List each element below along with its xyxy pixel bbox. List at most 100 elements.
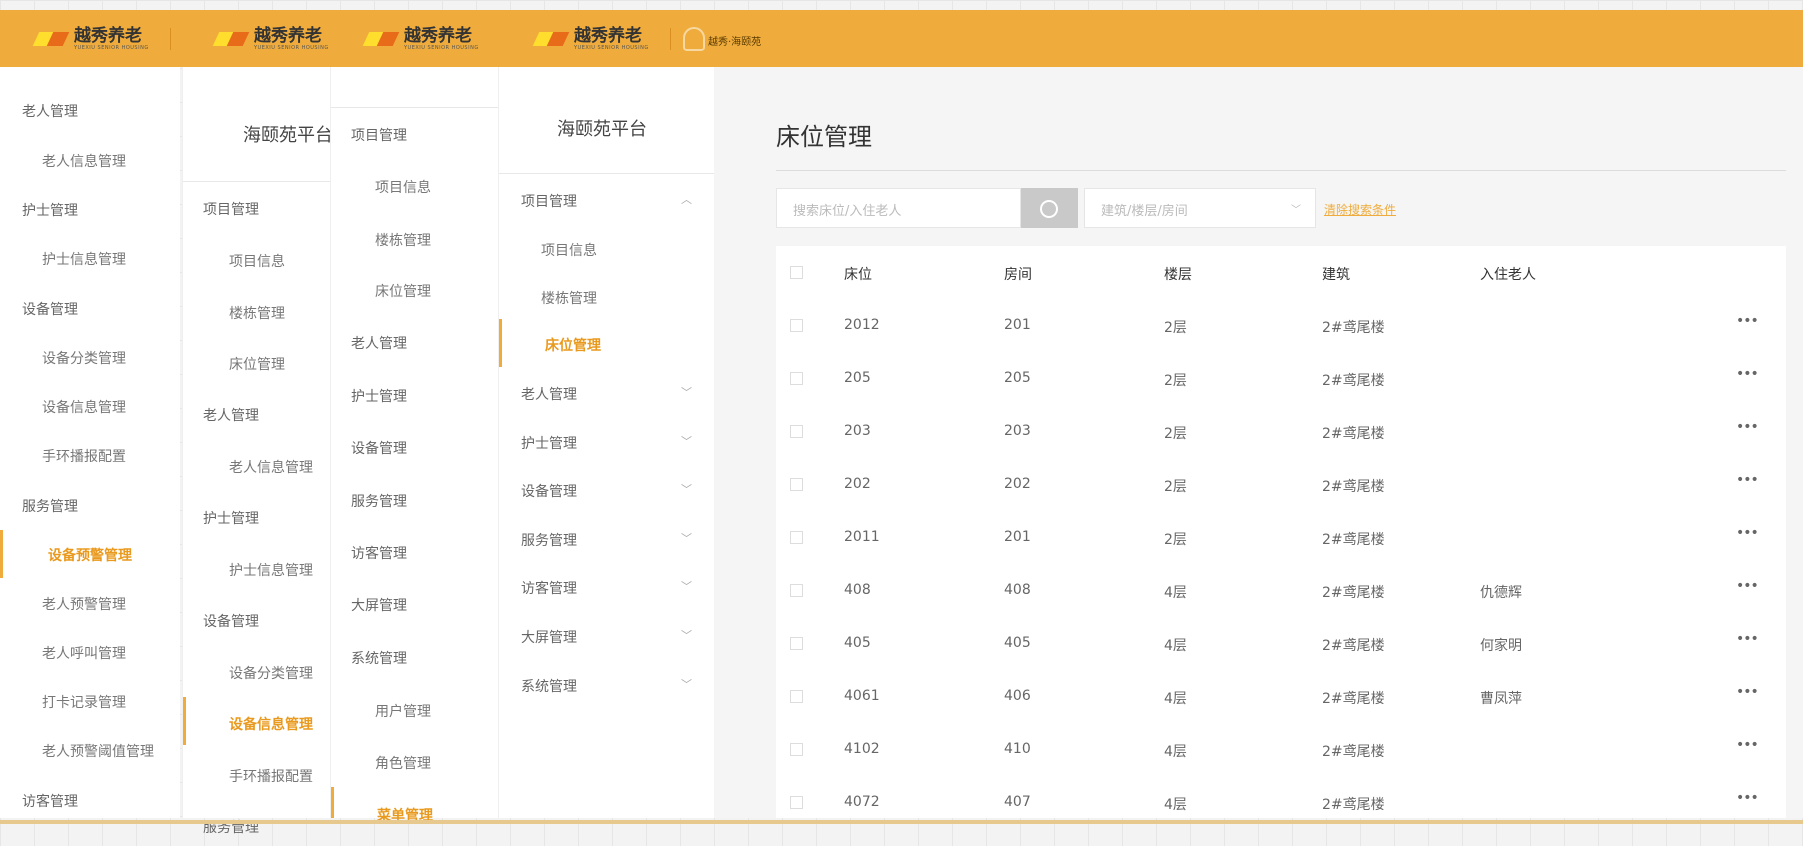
menu-item[interactable]: 老人管理 <box>521 384 577 404</box>
more-actions-icon[interactable]: ••• <box>1736 366 1759 382</box>
more-actions-icon[interactable]: ••• <box>1736 631 1759 647</box>
table-row[interactable]: 405 405 4层 2#鸢尾楼 何家明 ••• <box>776 617 1786 670</box>
filter-placeholder: 建筑/楼层/房间 <box>1101 204 1188 219</box>
menu-item[interactable]: 老人信息管理 <box>229 457 313 477</box>
chevron-down-icon[interactable]: ﹀ <box>681 627 692 643</box>
menu-item[interactable]: 设备分类管理 <box>229 663 313 683</box>
menu-item[interactable]: 设备管理 <box>203 611 259 631</box>
menu-item[interactable]: 服务管理 <box>22 496 78 516</box>
menu-item[interactable]: 护士信息管理 <box>229 560 313 580</box>
table-row[interactable]: 203 203 2层 2#鸢尾楼 ••• <box>776 405 1786 458</box>
menu-item[interactable]: 项目管理 <box>203 199 259 219</box>
bed-cell: 2012 <box>844 317 880 333</box>
more-actions-icon[interactable]: ••• <box>1736 790 1759 806</box>
table-row[interactable]: 202 202 2层 2#鸢尾楼 ••• <box>776 458 1786 511</box>
search-button[interactable] <box>1021 188 1078 228</box>
menu-item[interactable]: 护士信息管理 <box>42 249 126 269</box>
chevron-down-icon[interactable]: ﹀ <box>681 384 692 400</box>
more-actions-icon[interactable]: ••• <box>1736 578 1759 594</box>
chevron-down-icon[interactable]: ﹀ <box>681 530 692 546</box>
menu-item[interactable]: 楼栋管理 <box>375 230 431 250</box>
menu-item[interactable]: 床位管理 <box>375 281 431 301</box>
menu-item[interactable]: 护士管理 <box>521 433 577 453</box>
menu-item[interactable]: 设备分类管理 <box>42 348 126 368</box>
table-row[interactable]: 2012 201 2层 2#鸢尾楼 ••• <box>776 299 1786 352</box>
row-checkbox[interactable] <box>790 372 803 385</box>
menu-item[interactable]: 系统管理 <box>351 648 407 668</box>
menu-item[interactable]: 大屏管理 <box>351 595 407 615</box>
bed-cell: 4072 <box>844 794 880 810</box>
menu-item[interactable]: 老人管理 <box>351 333 407 353</box>
table-row[interactable]: 2011 201 2层 2#鸢尾楼 ••• <box>776 511 1786 564</box>
row-checkbox[interactable] <box>790 690 803 703</box>
menu-item[interactable]: 老人管理 <box>203 405 259 425</box>
menu-item[interactable]: 设备管理 <box>22 299 78 319</box>
row-checkbox[interactable] <box>790 425 803 438</box>
table-row[interactable]: 205 205 2层 2#鸢尾楼 ••• <box>776 352 1786 405</box>
table-row[interactable]: 4102 410 4层 2#鸢尾楼 ••• <box>776 723 1786 776</box>
bed-cell: 202 <box>844 476 871 492</box>
menu-item[interactable]: 大屏管理 <box>521 627 577 647</box>
row-checkbox[interactable] <box>790 637 803 650</box>
chevron-down-icon[interactable]: ﹀ <box>681 433 692 449</box>
user-avatar-icon[interactable] <box>683 27 705 51</box>
row-checkbox[interactable] <box>790 478 803 491</box>
menu-item[interactable]: 服务管理 <box>351 491 407 511</box>
menu-item-active[interactable]: 床位管理 <box>545 335 601 355</box>
menu-item[interactable]: 老人预警阈值管理 <box>42 741 154 761</box>
menu-item[interactable]: 打卡记录管理 <box>42 692 126 712</box>
menu-item[interactable]: 访客管理 <box>521 578 577 598</box>
menu-item[interactable]: 用户管理 <box>375 701 431 721</box>
row-checkbox[interactable] <box>790 319 803 332</box>
menu-item[interactable]: 项目管理 <box>521 191 577 211</box>
row-checkbox[interactable] <box>790 531 803 544</box>
menu-item[interactable]: 老人呼叫管理 <box>42 643 126 663</box>
more-actions-icon[interactable]: ••• <box>1736 737 1759 753</box>
menu-item-active[interactable]: 设备信息管理 <box>229 714 313 734</box>
menu-item-active[interactable]: 设备预警管理 <box>48 545 132 565</box>
row-checkbox[interactable] <box>790 743 803 756</box>
menu-item[interactable]: 访客管理 <box>22 791 78 811</box>
menu-item[interactable]: 项目信息 <box>229 251 285 271</box>
menu-item[interactable]: 设备管理 <box>521 481 577 501</box>
menu-item[interactable]: 楼栋管理 <box>229 303 285 323</box>
menu-item[interactable]: 项目信息 <box>541 240 597 260</box>
select-all-checkbox[interactable] <box>790 266 803 279</box>
menu-item[interactable]: 护士管理 <box>203 508 259 528</box>
search-input[interactable]: 搜索床位/入住老人 <box>776 188 1021 228</box>
chevron-down-icon[interactable]: ﹀ <box>681 481 692 497</box>
menu-item[interactable]: 系统管理 <box>521 676 577 696</box>
menu-item[interactable]: 项目信息 <box>375 177 431 197</box>
chevron-up-icon[interactable]: ︿ <box>681 191 692 207</box>
row-checkbox[interactable] <box>790 796 803 809</box>
more-actions-icon[interactable]: ••• <box>1736 525 1759 541</box>
menu-item[interactable]: 楼栋管理 <box>541 288 597 308</box>
menu-item[interactable]: 老人预警管理 <box>42 594 126 614</box>
menu-item[interactable]: 访客管理 <box>351 543 407 563</box>
more-actions-icon[interactable]: ••• <box>1736 313 1759 329</box>
more-actions-icon[interactable]: ••• <box>1736 419 1759 435</box>
menu-item[interactable]: 项目管理 <box>351 125 407 145</box>
menu-item[interactable]: 老人信息管理 <box>42 151 126 171</box>
menu-item[interactable]: 护士管理 <box>22 200 78 220</box>
column-header: 建筑 <box>1322 267 1350 283</box>
menu-item[interactable]: 手环播报配置 <box>42 446 126 466</box>
more-actions-icon[interactable]: ••• <box>1736 684 1759 700</box>
location-filter-select[interactable]: 建筑/楼层/房间 ﹀ <box>1084 188 1316 228</box>
bed-cell: 2011 <box>844 529 880 545</box>
menu-item[interactable]: 角色管理 <box>375 753 431 773</box>
table-row[interactable]: 4061 406 4层 2#鸢尾楼 曹凤萍 ••• <box>776 670 1786 723</box>
menu-item[interactable]: 设备信息管理 <box>42 397 126 417</box>
menu-item[interactable]: 护士管理 <box>351 386 407 406</box>
table-row[interactable]: 408 408 4层 2#鸢尾楼 仇德辉 ••• <box>776 564 1786 617</box>
menu-item[interactable]: 老人管理 <box>22 101 78 121</box>
chevron-down-icon[interactable]: ﹀ <box>681 676 692 692</box>
menu-item[interactable]: 设备管理 <box>351 438 407 458</box>
menu-item[interactable]: 服务管理 <box>521 530 577 550</box>
clear-search-link[interactable]: 清除搜索条件 <box>1324 201 1396 218</box>
more-actions-icon[interactable]: ••• <box>1736 472 1759 488</box>
chevron-down-icon[interactable]: ﹀ <box>681 578 692 594</box>
row-checkbox[interactable] <box>790 584 803 597</box>
menu-item[interactable]: 床位管理 <box>229 354 285 374</box>
menu-item[interactable]: 手环播报配置 <box>229 766 313 786</box>
